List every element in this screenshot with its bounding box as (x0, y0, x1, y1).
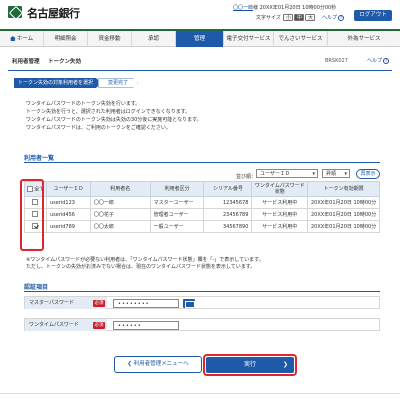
checkbox-highlight-frame (20, 179, 44, 251)
header-help-label: ヘルプ (322, 15, 338, 21)
global-nav: ホーム 明細照会 資金移動 承認 管理 電子交付サービス でんさいサービス 外為… (0, 29, 400, 47)
serial-cell: 23456789 (203, 208, 253, 221)
font-size-label: 文字サイズ (256, 15, 281, 21)
serial-cell: 34567890 (203, 220, 253, 233)
screen-id: BRSK027 (325, 58, 348, 64)
user-list-title: 利用者一覧 (24, 155, 55, 162)
page-title: トークン失効 (48, 59, 82, 65)
user-list-divider (24, 162, 380, 163)
step-select-user: トークン失効の対象利用者を選択 (14, 78, 102, 88)
master-password-input[interactable]: •••••••• (113, 299, 179, 308)
user-type-cell: 一般ユーザー (149, 220, 205, 233)
heading-divider (8, 70, 392, 71)
token-expiry-cell: 20XX年01月20日 10時00分 (307, 196, 380, 209)
column-header: ユーザーＩＤ (45, 181, 91, 197)
help-icon: ? (338, 15, 345, 21)
table-row: userid456 〇〇花子 管理者ユーザー 23456789 サービス利用中 … (24, 208, 380, 221)
nav-statement[interactable]: 明細照会 (44, 31, 88, 47)
column-header: 利用者区分 (149, 181, 205, 197)
user-name-cell: 〇〇花子 (89, 208, 151, 221)
nav-home[interactable]: ホーム (0, 31, 44, 47)
user-name-cell: 〇〇太郎 (89, 220, 151, 233)
page-help-link[interactable]: ヘルプ? (367, 57, 390, 64)
nav-admin[interactable]: 管理 (176, 31, 224, 47)
question-icon: ? (383, 58, 390, 64)
otp-status-cell: サービス利用中 (251, 196, 309, 209)
user-suffix: 様 (253, 5, 259, 11)
bank-name: 名古屋銀行 (27, 7, 80, 20)
bank-logo-icon (8, 6, 22, 18)
required-badge: 必須 (93, 322, 105, 329)
back-to-user-menu-button[interactable]: ❮ 利用者管理メニューへ (114, 356, 202, 373)
font-size-medium[interactable]: 中 (294, 14, 305, 21)
header-help-link[interactable]: ヘルプ? (322, 14, 345, 21)
master-password-row: マスターパスワード 必須 •••••••• (24, 296, 380, 309)
user-id-cell: userid123 (45, 196, 91, 209)
nav-home-label: ホーム (16, 36, 34, 42)
description-line: ワンタイムパスワードのトークン失効を行います。 (26, 101, 141, 107)
nav-e-delivery[interactable]: 電子交付サービス (224, 31, 274, 47)
table-row: userid123 〇〇一郎 マスターユーザー 12345678 サービス利用中… (24, 196, 380, 209)
otp-note: ※ワンタイムパスワードが必要ない利用者は、「ワンタイムパスワード状態」欄を「-」… (26, 257, 264, 263)
step-complete: 変更完了 (98, 78, 138, 88)
footer-divider (0, 393, 400, 394)
nav-transfer[interactable]: 資金移動 (88, 31, 132, 47)
column-header: ワンタイムパスワード状態 (251, 181, 309, 197)
font-size-control: 文字サイズ 小中大 (256, 14, 316, 21)
sort-key-select[interactable]: ユーザーＩＤ (256, 169, 318, 178)
otp-status-cell: サービス利用中 (251, 208, 309, 221)
last-login: 20XX年01月20日 10時00分00秒 (259, 5, 337, 11)
column-header: トークン有効期限 (307, 181, 380, 197)
auth-section-title: 認証項目 (24, 284, 49, 291)
execute-button-highlight: 実行 ❯ (203, 354, 297, 376)
serial-cell: 12345678 (203, 196, 253, 209)
description-line: ワンタイムパスワードは、ご利用のトークンをご確認ください。 (26, 125, 171, 131)
table-header-row: 全て ユーザーＩＤ 利用者名 利用者区分 シリアル番号 ワンタイムパスワード状態… (24, 181, 380, 197)
home-icon (9, 36, 16, 41)
token-expiry-cell: 20XX年01月20日 10時00分 (307, 208, 380, 221)
chevron-left-icon: ❮ (127, 361, 132, 367)
redisplay-button[interactable]: 再表示 (356, 169, 380, 179)
sort-label: 並び順： (236, 174, 257, 180)
column-header: 利用者名 (89, 181, 151, 197)
user-type-cell: 管理者ユーザー (149, 208, 205, 221)
nav-approval[interactable]: 承認 (132, 31, 176, 47)
font-size-small[interactable]: 小 (283, 14, 294, 21)
logout-button[interactable]: ログアウト (354, 10, 392, 21)
required-badge: 必須 (93, 300, 105, 307)
execute-button-label: 実行 (243, 361, 256, 368)
breadcrumb: 利用者管理 (12, 59, 40, 65)
user-info: 〇〇一郎様 20XX年01月20日 10時00分00秒 (233, 4, 336, 11)
page-help-label: ヘルプ (367, 58, 383, 64)
nav-forex[interactable]: 外為サービス (328, 31, 400, 47)
chevron-right-icon: ❯ (282, 361, 288, 368)
column-header: シリアル番号 (203, 181, 253, 197)
description-line: ワンタイムパスワードのトークン失効は失効の30分後に実施可能となります。 (26, 117, 202, 123)
otp-status-cell: サービス利用中 (251, 220, 309, 233)
execute-button[interactable]: 実行 ❯ (206, 357, 294, 373)
user-type-cell: マスターユーザー (149, 196, 205, 209)
otp-note: ただし、トークンの失効がお済みでない場合は、現在のワンタイムパスワード状態を表示… (26, 264, 256, 270)
user-id-cell: userid456 (45, 208, 91, 221)
onetime-password-row: ワンタイムパスワード 必須 •••••• (24, 318, 380, 331)
token-expiry-cell: 20XX年01月20日 10時00分 (307, 220, 380, 233)
nav-densai[interactable]: でんさいサービス (274, 31, 328, 47)
sort-order-select[interactable]: 昇順 (322, 169, 350, 178)
software-keyboard-icon[interactable] (183, 299, 195, 308)
font-size-large[interactable]: 大 (305, 14, 316, 21)
user-id-cell: userid789 (45, 220, 91, 233)
user-name-link[interactable]: 〇〇一郎 (233, 5, 253, 11)
table-row: userid789 〇〇太郎 一般ユーザー 34567890 サービス利用中 2… (24, 220, 380, 233)
description-line: トークン失効を行うと、選択された利用者はログインできなくなります。 (26, 109, 191, 115)
onetime-password-input[interactable]: •••••• (113, 321, 179, 330)
back-button-label: 利用者管理メニューへ (133, 361, 189, 367)
auth-section-divider (24, 291, 380, 292)
user-table: 全て ユーザーＩＤ 利用者名 利用者区分 シリアル番号 ワンタイムパスワード状態… (24, 181, 380, 233)
user-name-cell: 〇〇一郎 (89, 196, 151, 209)
